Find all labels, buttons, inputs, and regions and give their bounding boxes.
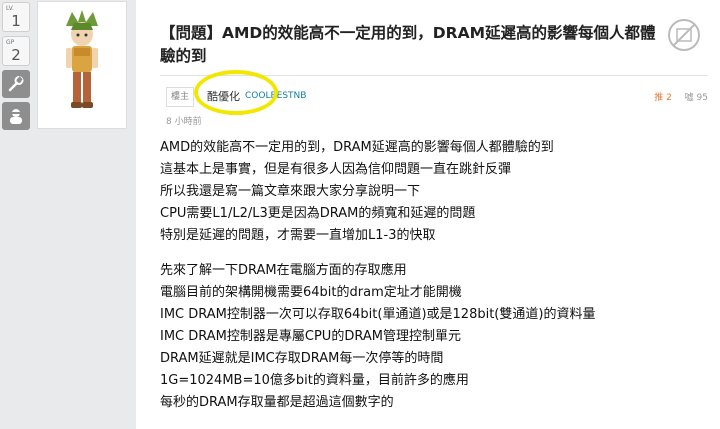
paragraph: AMD的效能高不一定用的到，DRAM延遲高的影響每個人都體驗的到 這基本上是事實… [160, 137, 710, 247]
gp-badge: GP 2 [2, 36, 30, 66]
avatar-icon [10, 109, 22, 124]
paragraph: 先來了解一下DRAM在電腦方面的存取應用 電腦目前的架構開機需要64bit的dr… [160, 260, 710, 414]
post-panel: 【問題】AMD的效能高不一定用的到，DRAM延遲高的影響每個人都體驗的到 樓主 … [136, 0, 720, 429]
no-entry-badge-icon [668, 19, 700, 51]
body-line: IMC DRAM控制器是專屬CPU的DRAM管理控制單元 [160, 329, 461, 344]
gp-value: 2 [11, 46, 21, 64]
post-stats: 推 2 噓 95 [654, 90, 708, 103]
body-line: 這基本上是事實，但是有很多人因為信仰問題一直在跳針反彈 [160, 162, 512, 177]
avatar-button[interactable] [2, 102, 30, 130]
sidebar-rail: LV. 1 GP 2 [2, 2, 32, 134]
reply-count[interactable]: 噓 95 [685, 93, 708, 103]
post-title: 【問題】AMD的效能高不一定用的到，DRAM延遲高的影響每個人都體驗的到 [160, 24, 656, 65]
gp-label: GP [6, 39, 15, 46]
body-line: AMD的效能高不一定用的到，DRAM延遲高的影響每個人都體驗的到 [160, 140, 554, 155]
author-avatar [66, 9, 98, 108]
floor-label: 樓主 [166, 87, 195, 107]
push-count[interactable]: 推 2 [654, 93, 672, 103]
body-line: 所以我還是寫一篇文章來跟大家分享說明一下 [160, 184, 421, 199]
wrench-button[interactable] [2, 70, 30, 98]
level-value: 1 [11, 12, 21, 30]
post-body: AMD的效能高不一定用的到，DRAM延遲高的影響每個人都體驗的到 這基本上是事實… [160, 137, 710, 427]
level-badge: LV. 1 [2, 2, 30, 32]
body-line: CPU需要L1/L2/L3更是因為DRAM的頻寬和延遲的問題 [160, 206, 476, 221]
body-line: IMC DRAM控制器一次可以存取64bit(單通道)或是128bit(雙通道)… [160, 307, 596, 322]
body-line: 電腦目前的架構開機需要64bit的dram定址才能開機 [160, 285, 462, 300]
post-time: 8 小時前 [166, 117, 202, 127]
yellow-circle-annotation [194, 70, 278, 115]
wrench-icon [8, 76, 24, 92]
body-line: 先來了解一下DRAM在電腦方面的存取應用 [160, 263, 407, 278]
body-line: 每秒的DRAM存取量都是超過這個數字的 [160, 395, 394, 410]
body-line: 特別是延遲的問題，才需要一直增加L1-3的快取 [160, 228, 436, 243]
body-line: DRAM延遲就是IMC存取DRAM每一次停等的時間 [160, 351, 444, 366]
level-label: LV. [6, 5, 14, 12]
author-avatar-card[interactable] [37, 1, 127, 129]
body-line: 1G=1024MB=10億多bit的資料量，目前許多的應用 [160, 373, 469, 388]
